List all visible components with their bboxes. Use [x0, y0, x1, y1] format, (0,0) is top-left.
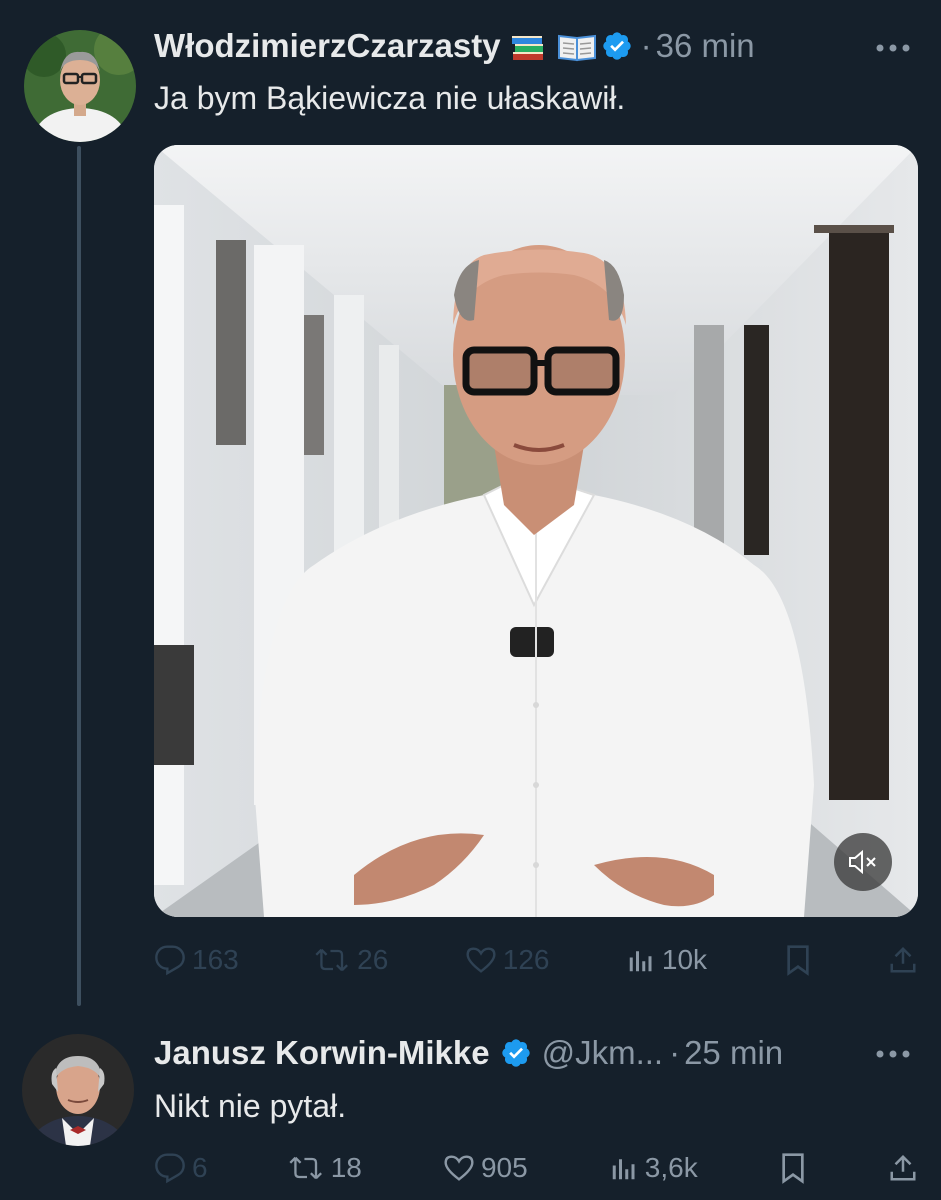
- timestamp[interactable]: 36 min: [656, 26, 755, 66]
- share-icon: [890, 1154, 916, 1181]
- share-button[interactable]: [888, 1152, 918, 1184]
- reply-count: 163: [192, 944, 239, 975]
- retweet-count: 26: [357, 944, 389, 975]
- views-button[interactable]: 3,6k: [609, 1152, 698, 1184]
- like-count: 905: [480, 1152, 528, 1183]
- open-book-emoji: [557, 31, 596, 62]
- author-handle[interactable]: @Jkm...: [542, 1033, 664, 1073]
- like-button[interactable]: 905: [443, 1152, 528, 1184]
- tweet-text: Ja bym Bąkiewicza nie ułaskawił.: [154, 80, 626, 116]
- heart-icon: [444, 1155, 474, 1181]
- reply-button[interactable]: 163: [154, 944, 239, 976]
- views-count: 3,6k: [644, 1152, 698, 1183]
- retweet-icon: [315, 948, 349, 972]
- bookmark-icon: [782, 1153, 804, 1184]
- retweet-button[interactable]: 26: [315, 944, 388, 976]
- share-icon: [890, 946, 916, 973]
- bookmark-button[interactable]: [779, 1152, 807, 1184]
- retweet-icon: [289, 1156, 322, 1180]
- verified-badge-icon: [601, 30, 633, 62]
- more-options-icon[interactable]: [873, 1034, 913, 1074]
- video-frame: [154, 145, 918, 917]
- share-button[interactable]: [888, 944, 918, 976]
- bookmark-button[interactable]: [784, 944, 812, 976]
- separator-dot: ·: [640, 27, 652, 64]
- views-icon: [612, 1159, 635, 1180]
- tweet[interactable]: Janusz Korwin-Mikke @Jkm... · 25 min Nik…: [0, 1000, 941, 1200]
- retweet-button[interactable]: 18: [289, 1152, 362, 1184]
- views-button[interactable]: 10k: [626, 944, 707, 976]
- retweet-count: 18: [330, 1152, 362, 1183]
- mute-button[interactable]: [834, 833, 892, 891]
- views-icon: [629, 951, 652, 972]
- video-player[interactable]: [154, 145, 918, 917]
- reply-icon: [155, 1153, 185, 1184]
- timestamp[interactable]: 25 min: [684, 1033, 783, 1073]
- avatar[interactable]: [22, 1034, 134, 1146]
- tweet[interactable]: WłodzimierzCzarzasty · 36 min Ja bym Bąk…: [0, 0, 941, 1000]
- tweet-actions: 6 18 905 3,6k: [154, 1146, 918, 1190]
- reply-count: 6: [192, 1152, 208, 1183]
- speaker-muted-icon: [849, 849, 876, 875]
- views-count: 10k: [661, 944, 708, 975]
- tweet-text: Nikt nie pytał.: [154, 1088, 347, 1124]
- author-name[interactable]: Janusz Korwin-Mikke: [154, 1033, 490, 1073]
- reply-icon: [155, 945, 185, 976]
- heart-icon: [466, 947, 496, 973]
- timeline: WłodzimierzCzarzasty · 36 min Ja bym Bąk…: [0, 0, 941, 1200]
- like-count: 126: [502, 944, 550, 975]
- more-options-icon[interactable]: [873, 28, 913, 68]
- like-button[interactable]: 126: [465, 944, 550, 976]
- books-emoji: [511, 31, 547, 61]
- avatar[interactable]: [24, 30, 136, 142]
- tweet-header: Janusz Korwin-Mikke @Jkm... · 25 min: [154, 1033, 783, 1073]
- tweet-actions: 163 26 126 10k: [154, 938, 918, 982]
- reply-button[interactable]: 6: [154, 1152, 208, 1184]
- separator-dot: ·: [669, 1034, 681, 1071]
- verified-badge-icon: [500, 1037, 532, 1069]
- tweet-header: WłodzimierzCzarzasty · 36 min: [154, 26, 755, 66]
- author-name[interactable]: WłodzimierzCzarzasty: [154, 26, 501, 66]
- bookmark-icon: [786, 945, 809, 976]
